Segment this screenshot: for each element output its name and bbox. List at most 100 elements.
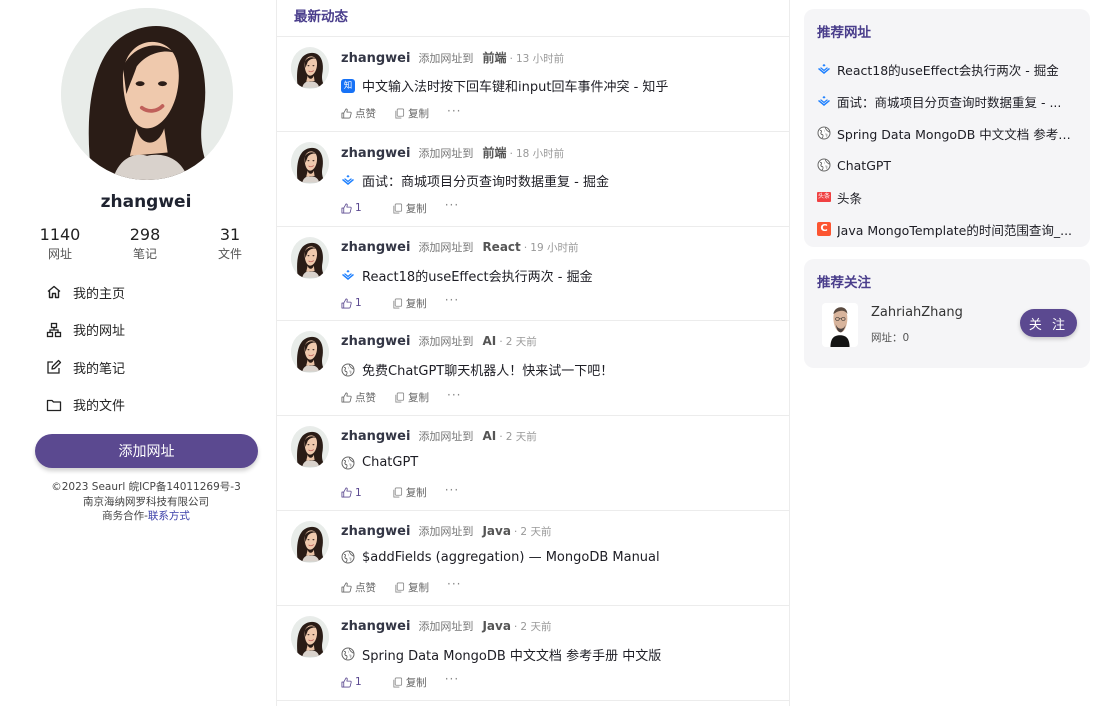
meta-separator: · bbox=[523, 240, 528, 254]
feed-username[interactable]: zhangwei bbox=[341, 240, 410, 255]
recommend-site-title: Spring Data MongoDB 中文文档 参考手... bbox=[837, 126, 1081, 142]
feed-link-title[interactable]: $addFields (aggregation) — MongoDB Manua… bbox=[362, 550, 660, 565]
feed-category[interactable]: React bbox=[482, 240, 520, 254]
feed-category[interactable]: Java bbox=[482, 619, 510, 633]
more-button[interactable]: ··· bbox=[445, 198, 459, 212]
feed-link-title[interactable]: 面试：商城项目分页查询时数据重复 - 掘金 bbox=[362, 171, 609, 190]
copy-icon bbox=[395, 108, 405, 119]
nav-item-label: 我的笔记 bbox=[73, 361, 126, 377]
juejin-icon bbox=[817, 62, 831, 76]
copy-button[interactable]: 复制 bbox=[392, 201, 427, 216]
profile-avatar[interactable] bbox=[61, 8, 233, 180]
stat-files[interactable]: 31 文件 bbox=[188, 224, 272, 262]
recommend-site-item[interactable]: Spring Data MongoDB 中文文档 参考手... bbox=[817, 117, 1090, 149]
feed-link-title[interactable]: React18的useEffect会执行两次 - 掘金 bbox=[362, 266, 593, 285]
feed-category[interactable]: 前端 bbox=[482, 49, 506, 66]
more-button[interactable]: ··· bbox=[445, 672, 459, 686]
like-label: 1 bbox=[355, 486, 362, 499]
avatar[interactable] bbox=[291, 426, 329, 469]
copy-button[interactable]: 复制 bbox=[394, 580, 429, 595]
feed-title: 最新动态 bbox=[277, 0, 789, 37]
nav-item-label: 我的主页 bbox=[73, 286, 126, 302]
feed-link[interactable]: ChatGPT bbox=[341, 455, 418, 470]
feed-link-title[interactable]: ChatGPT bbox=[362, 455, 418, 470]
add-site-button[interactable]: 添加网址 bbox=[35, 434, 258, 468]
avatar[interactable] bbox=[822, 303, 858, 347]
csdn-icon: C bbox=[817, 222, 831, 236]
stat-notes[interactable]: 298 笔记 bbox=[103, 224, 187, 262]
feed-category[interactable]: AI bbox=[482, 334, 496, 348]
feed-link[interactable]: 面试：商城项目分页查询时数据重复 - 掘金 bbox=[341, 171, 609, 190]
stat-sites[interactable]: 1140 网址 bbox=[18, 224, 102, 262]
copy-button[interactable]: 复制 bbox=[392, 675, 427, 690]
copy-button[interactable]: 复制 bbox=[394, 106, 429, 121]
feed-username[interactable]: zhangwei bbox=[341, 146, 410, 161]
avatar[interactable] bbox=[291, 47, 329, 89]
avatar[interactable] bbox=[291, 615, 329, 658]
recommend-site-title: ChatGPT bbox=[837, 157, 892, 173]
nav-item-files[interactable]: 我的文件 bbox=[46, 393, 125, 417]
avatar[interactable] bbox=[291, 236, 329, 279]
like-label: 点赞 bbox=[355, 392, 376, 405]
feed-action: 添加网址到 bbox=[418, 335, 474, 349]
globe-icon bbox=[817, 126, 831, 140]
more-button[interactable]: ··· bbox=[447, 388, 461, 402]
like-button[interactable]: 1 bbox=[341, 676, 362, 688]
feed-username[interactable]: zhangwei bbox=[341, 334, 410, 349]
feed-link[interactable]: $addFields (aggregation) — MongoDB Manua… bbox=[341, 550, 660, 565]
follow-username[interactable]: ZahriahZhang bbox=[871, 305, 963, 320]
feed-username[interactable]: zhangwei bbox=[341, 429, 410, 444]
feed-time: 13 小时前 bbox=[515, 53, 565, 65]
feed-username[interactable]: zhangwei bbox=[341, 51, 410, 66]
contact-link[interactable]: 联系方式 bbox=[148, 510, 190, 522]
feed-username[interactable]: zhangwei bbox=[341, 524, 410, 539]
feed-link-title[interactable]: 中文输入法时按下回车键和input回车事件冲突 - 知乎 bbox=[362, 76, 668, 95]
like-button[interactable]: 点赞 bbox=[341, 106, 376, 121]
recommend-site-item[interactable]: React18的useEffect会执行两次 - 掘金 bbox=[817, 53, 1090, 85]
like-button[interactable]: 1 bbox=[341, 297, 362, 309]
recommend-site-item[interactable]: 头条 头条 bbox=[817, 181, 1090, 213]
more-button[interactable]: ··· bbox=[447, 577, 461, 591]
recommend-site-item[interactable]: C Java MongoTemplate的时间范围查询_... bbox=[817, 213, 1090, 245]
juejin-icon bbox=[341, 268, 355, 282]
copy-button[interactable]: 复制 bbox=[394, 390, 429, 405]
feed-category[interactable]: Java bbox=[482, 524, 510, 538]
thumbs-up-icon bbox=[341, 487, 352, 498]
feed-link-title[interactable]: Spring Data MongoDB 中文文档 参考手册 中文版 bbox=[362, 645, 661, 664]
avatar[interactable] bbox=[291, 331, 329, 374]
feed-actions: 1 复制 ··· bbox=[341, 293, 477, 311]
feed-link[interactable]: React18的useEffect会执行两次 - 掘金 bbox=[341, 266, 593, 285]
feed-link[interactable]: 免费ChatGPT聊天机器人！快来试一下吧！ bbox=[341, 360, 613, 379]
meta-separator: · bbox=[513, 524, 518, 538]
nav-item-home[interactable]: 我的主页 bbox=[46, 280, 125, 304]
feed-username[interactable]: zhangwei bbox=[341, 619, 410, 634]
avatar[interactable] bbox=[291, 520, 329, 563]
feed-link-title[interactable]: 免费ChatGPT聊天机器人！快来试一下吧！ bbox=[362, 360, 613, 379]
more-button[interactable]: ··· bbox=[445, 483, 459, 497]
thumbs-up-icon bbox=[341, 677, 352, 688]
copy-label: 复制 bbox=[405, 676, 427, 689]
more-button[interactable]: ··· bbox=[447, 104, 461, 118]
copy-button[interactable]: 复制 bbox=[392, 485, 427, 500]
copy-label: 复制 bbox=[405, 202, 427, 215]
more-button[interactable]: ··· bbox=[445, 293, 459, 307]
like-button[interactable]: 1 bbox=[341, 202, 362, 214]
recommend-site-item[interactable]: ChatGPT bbox=[817, 149, 1090, 181]
feed-category[interactable]: AI bbox=[482, 429, 496, 443]
copy-button[interactable]: 复制 bbox=[392, 296, 427, 311]
feed-category[interactable]: 前端 bbox=[482, 144, 506, 161]
like-button[interactable]: 点赞 bbox=[341, 390, 376, 405]
avatar[interactable] bbox=[291, 141, 329, 184]
feed-link[interactable]: Spring Data MongoDB 中文文档 参考手册 中文版 bbox=[341, 645, 661, 664]
globe-icon bbox=[341, 647, 355, 661]
follow-button[interactable]: 关 注 bbox=[1020, 309, 1077, 337]
recommend-site-item[interactable]: 面试：商城项目分页查询时数据重复 - ... bbox=[817, 85, 1090, 117]
copy-label: 复制 bbox=[408, 392, 429, 405]
like-label: 1 bbox=[355, 676, 362, 689]
like-button[interactable]: 点赞 bbox=[341, 580, 376, 595]
feed-link[interactable]: 知 中文输入法时按下回车键和input回车事件冲突 - 知乎 bbox=[341, 76, 668, 95]
nav-item-notes[interactable]: 我的笔记 bbox=[46, 355, 125, 379]
globe-icon bbox=[341, 363, 355, 377]
like-button[interactable]: 1 bbox=[341, 487, 362, 499]
nav-item-sites[interactable]: 我的网址 bbox=[46, 318, 125, 342]
